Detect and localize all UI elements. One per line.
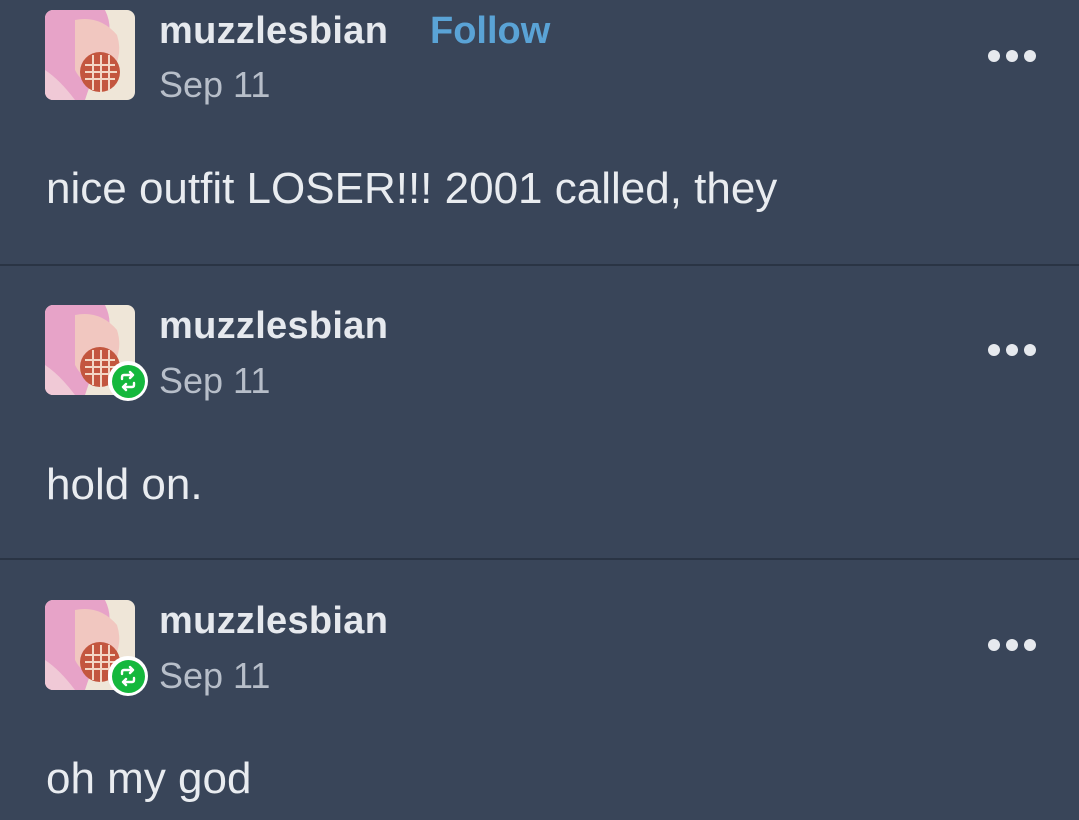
more-options-icon (988, 639, 1000, 651)
follow-button[interactable]: Follow (430, 10, 550, 53)
more-options-button[interactable] (988, 46, 1036, 66)
reblog-icon (120, 665, 136, 687)
post-text: hold on. (46, 460, 203, 509)
more-options-icon (988, 50, 1000, 62)
username[interactable]: muzzlesbian (159, 305, 388, 348)
post-date[interactable]: Sep 11 (159, 64, 270, 106)
post-3: muzzlesbian Sep 11 oh my god (0, 560, 1079, 820)
post-date[interactable]: Sep 11 (159, 360, 270, 402)
more-options-button[interactable] (988, 635, 1036, 655)
post-date[interactable]: Sep 11 (159, 655, 270, 697)
post-2: muzzlesbian Sep 11 hold on. (0, 266, 1079, 558)
reblog-badge (108, 361, 148, 401)
username[interactable]: muzzlesbian (159, 10, 388, 53)
post-text: oh my god (46, 754, 252, 803)
reblog-icon (120, 370, 136, 392)
username[interactable]: muzzlesbian (159, 600, 388, 643)
avatar[interactable] (45, 10, 135, 100)
avatar[interactable] (45, 600, 148, 696)
avatar-image (45, 10, 135, 100)
post-1: muzzlesbian Follow Sep 11 nice outfit LO… (0, 0, 1079, 264)
post-thread: muzzlesbian Follow Sep 11 nice outfit LO… (0, 0, 1079, 820)
reblog-badge (108, 656, 148, 696)
avatar[interactable] (45, 305, 148, 401)
more-options-button[interactable] (988, 340, 1036, 360)
more-options-icon (988, 344, 1000, 356)
post-text: nice outfit LOSER!!! 2001 called, they (46, 164, 778, 213)
